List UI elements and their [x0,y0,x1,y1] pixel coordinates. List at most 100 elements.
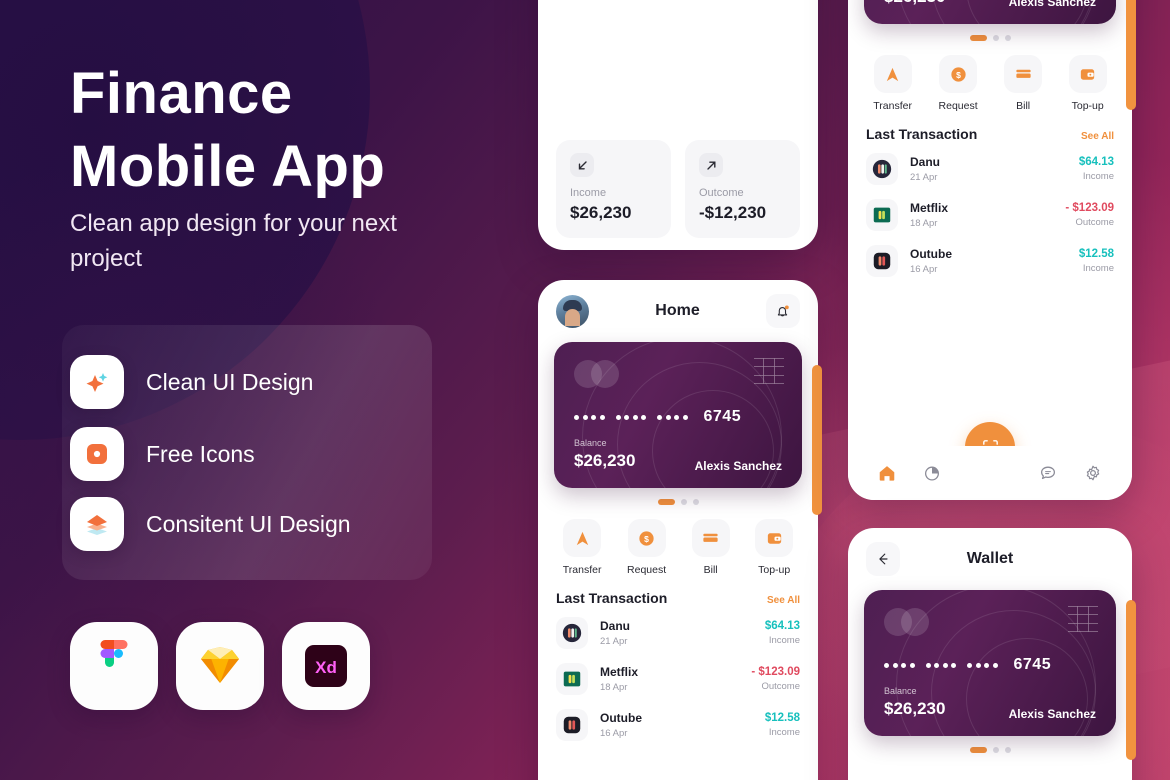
income-card[interactable]: Income $26,230 [556,140,671,238]
transaction-date: 16 Apr [910,264,938,275]
card-number-group [615,414,646,420]
card-holder-name: Alexis Sanchez [1008,707,1096,721]
card-number: 6745 [884,656,1051,674]
feature-label: Clean UI Design [146,368,314,395]
transaction-name: Outube [600,711,642,725]
card-icon [691,519,730,557]
square-dot-icon [70,427,124,481]
nav-chat-icon[interactable] [1038,463,1058,483]
action-label: Bill [1016,100,1031,112]
action-request[interactable]: $ Request [627,519,666,576]
bell-icon[interactable] [765,294,800,328]
credit-card[interactable]: 6745 Balance $26,230 Alexis Sanchez [864,0,1116,24]
action-label: Top-up [1071,100,1104,112]
transaction-info: Danu 21 Apr [600,619,753,647]
section-title: Last Transaction [866,126,978,142]
arrow-left-icon[interactable] [866,542,900,576]
pagination-dot[interactable] [680,499,687,505]
bottom-navigation [848,446,1132,500]
table-row[interactable]: Danu 21 Apr $64.13 Income [848,146,1132,192]
transaction-date: 18 Apr [910,218,938,229]
phone-mockup-detail-wallet: Income $26,230 Outcome -$12,230 Detail W… [538,0,818,250]
transaction-type: Income [768,635,800,646]
figma-logo [70,622,158,710]
phone-mockup-home: Home 6745 Balance $26,230 Alexis Sanchez… [538,280,818,780]
see-all-link[interactable]: See All [767,595,800,606]
card-brand-logo [574,360,630,388]
metflix-logo [556,663,588,695]
transaction-name: Metflix [600,665,639,679]
action-request[interactable]: $ Request [939,55,978,112]
table-row[interactable]: Metflix 18 Apr - $123.09 Outcome [848,192,1132,238]
transaction-amount-block: $64.13 Income [1079,156,1114,182]
nav-chart-pie-icon[interactable] [922,463,942,483]
pagination-dot[interactable] [692,499,699,505]
card-number-group [574,414,605,420]
transaction-amount: - $123.09 [751,666,800,678]
transaction-info: Metflix 18 Apr [600,665,739,693]
last-transaction-header: Last Transaction See All [538,580,818,610]
transaction-date: 21 Apr [910,172,938,183]
feature-item-clean-ui: Clean UI Design [70,355,313,409]
action-label: Request [938,100,978,112]
transaction-type: Outcome [761,681,800,692]
table-row[interactable]: Outube 16 Apr $12.58 Income [538,702,818,748]
pagination-dot[interactable] [1004,747,1011,753]
outcome-label: Outcome [699,187,744,199]
svg-text:$: $ [956,69,961,79]
action-transfer[interactable]: Transfer [873,55,912,112]
pagination-dot[interactable] [992,35,999,41]
phone-mockup-home-scrolled: 6745 Balance $26,230 Alexis Sanchez Tran… [848,0,1132,500]
quick-actions-row: Transfer $ Request Bill Top-up [538,511,818,580]
card-carousel-pagination[interactable] [538,488,818,511]
nav-gear-icon[interactable] [1083,463,1103,483]
feature-item-consistent-ui: Consitent UI Design [70,497,351,551]
phone-accent-bar [812,365,822,515]
action-label: Transfer [873,100,912,112]
transaction-amount: $12.58 [764,712,800,724]
layers-icon [70,497,124,551]
card-balance-label: Balance [574,438,607,448]
transaction-info: Outube 16 Apr [910,247,1067,275]
table-row[interactable]: Outube 16 Apr $12.58 Income [848,238,1132,284]
credit-card[interactable]: 6745 Balance $26,230 Alexis Sanchez [864,590,1116,736]
table-row[interactable]: Danu 21 Apr $64.13 Income [538,610,818,656]
hero-panel: Finance Mobile App Clean app design for … [0,0,540,780]
card-number: 6745 [574,408,741,426]
wallet-icon [755,519,794,557]
pagination-dot[interactable] [992,747,999,753]
card-number-group [884,662,915,668]
action-topup[interactable]: Top-up [1068,55,1107,112]
nav-home-icon[interactable] [877,463,897,483]
page-title-line-2: Mobile App [70,133,386,199]
danu-logo [556,617,588,649]
user-avatar[interactable] [556,294,589,328]
card-balance-value: $26,230 [574,451,636,470]
action-bill[interactable]: Bill [691,519,730,576]
credit-card[interactable]: 6745 Balance $26,230 Alexis Sanchez [554,342,802,488]
pagination-dot-active[interactable] [969,747,987,753]
card-number-group [925,662,956,668]
card-carousel-pagination[interactable] [848,24,1132,47]
action-topup[interactable]: Top-up [755,519,794,576]
pagination-dot-active[interactable] [657,499,675,505]
outube-logo [556,709,588,741]
table-row[interactable]: Metflix 18 Apr - $123.09 Outcome [538,656,818,702]
action-transfer[interactable]: Transfer [563,519,601,576]
action-bill[interactable]: Bill [1004,55,1043,112]
transaction-date: 16 Apr [600,728,628,739]
transaction-type: Income [1082,171,1114,182]
transaction-type: Income [768,727,800,738]
see-all-link[interactable]: See All [1081,131,1114,142]
page-title: Home [655,302,700,319]
detail-wallet-title: Detail Wallet [538,238,818,250]
transaction-amount: $64.13 [1078,156,1114,168]
outcome-card[interactable]: Outcome -$12,230 [685,140,800,238]
income-outcome-row: Income $26,230 Outcome -$12,230 [538,130,818,238]
pagination-dot[interactable] [1004,35,1011,41]
income-label: Income [570,187,607,199]
transaction-amount: - $123.09 [1065,202,1114,214]
card-balance-label: Balance [884,686,917,696]
pagination-dot-active[interactable] [969,35,987,41]
card-carousel-pagination[interactable] [848,736,1132,759]
